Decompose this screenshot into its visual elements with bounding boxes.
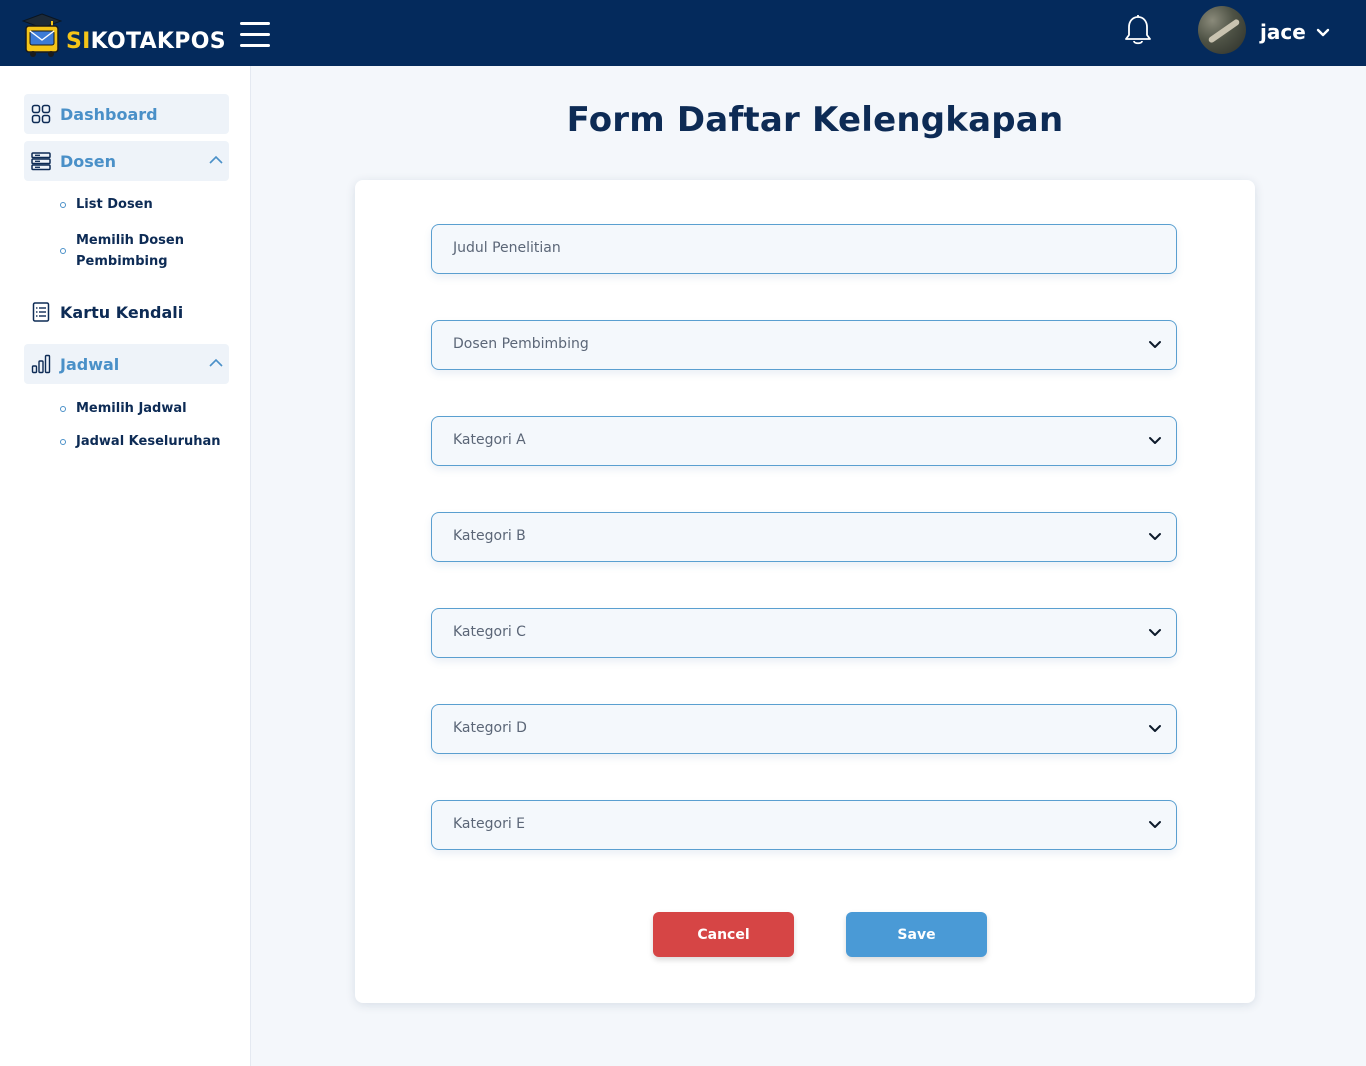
bullet-icon xyxy=(60,248,66,254)
kategori-d-select[interactable]: Kategori D xyxy=(431,704,1177,754)
field-placeholder: Kategori E xyxy=(453,816,526,832)
bell-icon[interactable] xyxy=(1124,14,1152,46)
page-title: Form Daftar Kelengkapan xyxy=(566,100,1064,140)
brand-name[interactable]: SIKOTAKPOS xyxy=(66,28,226,56)
sidebar-item-label: Jadwal xyxy=(60,354,120,374)
field-placeholder: Kategori D xyxy=(453,720,527,736)
save-button[interactable]: Save xyxy=(846,912,987,957)
chevron-down-icon xyxy=(1149,341,1161,348)
chevron-down-icon[interactable] xyxy=(1316,28,1330,38)
sidebar-item-kartu-kendali[interactable]: Kartu Kendali xyxy=(24,292,229,332)
form-card: Judul Penelitian Dosen Pembimbing Katego… xyxy=(355,180,1255,1003)
bullet-icon xyxy=(60,201,66,208)
brand-rest: KOTAKPOS xyxy=(90,29,226,54)
bar-chart-icon xyxy=(31,354,51,374)
kategori-b-select[interactable]: Kategori B xyxy=(431,512,1177,562)
chevron-down-icon xyxy=(1149,533,1161,540)
sidebar-item-dashboard[interactable]: Dashboard xyxy=(24,94,229,134)
sidebar-subitem-jadwal-keseluruhan[interactable]: Jadwal Keseluruhan xyxy=(60,431,230,452)
brand-highlight: SI xyxy=(66,29,91,54)
server-icon xyxy=(31,152,51,171)
sidebar: Dashboard Dosen List Dosen Memilih Dosen… xyxy=(0,66,251,1066)
document-list-icon xyxy=(32,302,50,322)
top-navbar: SIKOTAKPOS jace xyxy=(0,0,1366,66)
logo-icon xyxy=(22,13,62,57)
sidebar-item-label: Dashboard xyxy=(60,104,158,124)
sidebar-item-jadwal[interactable]: Jadwal xyxy=(24,344,229,384)
chevron-down-icon xyxy=(1149,629,1161,636)
chevron-up-icon[interactable] xyxy=(209,155,223,164)
sidebar-subitem-list-dosen[interactable]: List Dosen xyxy=(60,194,230,215)
kategori-e-select[interactable]: Kategori E xyxy=(431,800,1177,850)
field-placeholder: Kategori C xyxy=(453,624,526,640)
kategori-a-select[interactable]: Kategori A xyxy=(431,416,1177,466)
chevron-down-icon xyxy=(1149,725,1161,732)
avatar[interactable] xyxy=(1198,6,1246,54)
bullet-icon xyxy=(60,405,66,412)
sidebar-item-label: Kartu Kendali xyxy=(60,302,184,322)
sidebar-item-label: Dosen xyxy=(60,151,117,171)
username[interactable]: jace xyxy=(1260,20,1306,44)
field-placeholder: Dosen Pembimbing xyxy=(453,336,589,352)
field-placeholder: Judul Penelitian xyxy=(453,240,561,256)
cancel-button[interactable]: Cancel xyxy=(653,912,794,957)
sidebar-subitem-memilih-jadwal[interactable]: Memilih Jadwal xyxy=(60,398,230,419)
sidebar-subitem-memilih-dosen-pembimbing[interactable]: Memilih Dosen Pembimbing xyxy=(60,230,230,272)
sidebar-item-dosen[interactable]: Dosen xyxy=(24,141,229,181)
field-placeholder: Kategori A xyxy=(453,432,526,448)
dosen-pembimbing-select[interactable]: Dosen Pembimbing xyxy=(431,320,1177,370)
field-placeholder: Kategori B xyxy=(453,528,526,544)
bullet-icon xyxy=(60,438,66,445)
chevron-up-icon[interactable] xyxy=(209,358,223,367)
chevron-down-icon xyxy=(1149,437,1161,444)
judul-penelitian-input[interactable]: Judul Penelitian xyxy=(431,224,1177,274)
menu-icon[interactable] xyxy=(240,22,270,50)
kategori-c-select[interactable]: Kategori C xyxy=(431,608,1177,658)
dashboard-icon xyxy=(31,104,51,124)
chevron-down-icon xyxy=(1149,821,1161,828)
